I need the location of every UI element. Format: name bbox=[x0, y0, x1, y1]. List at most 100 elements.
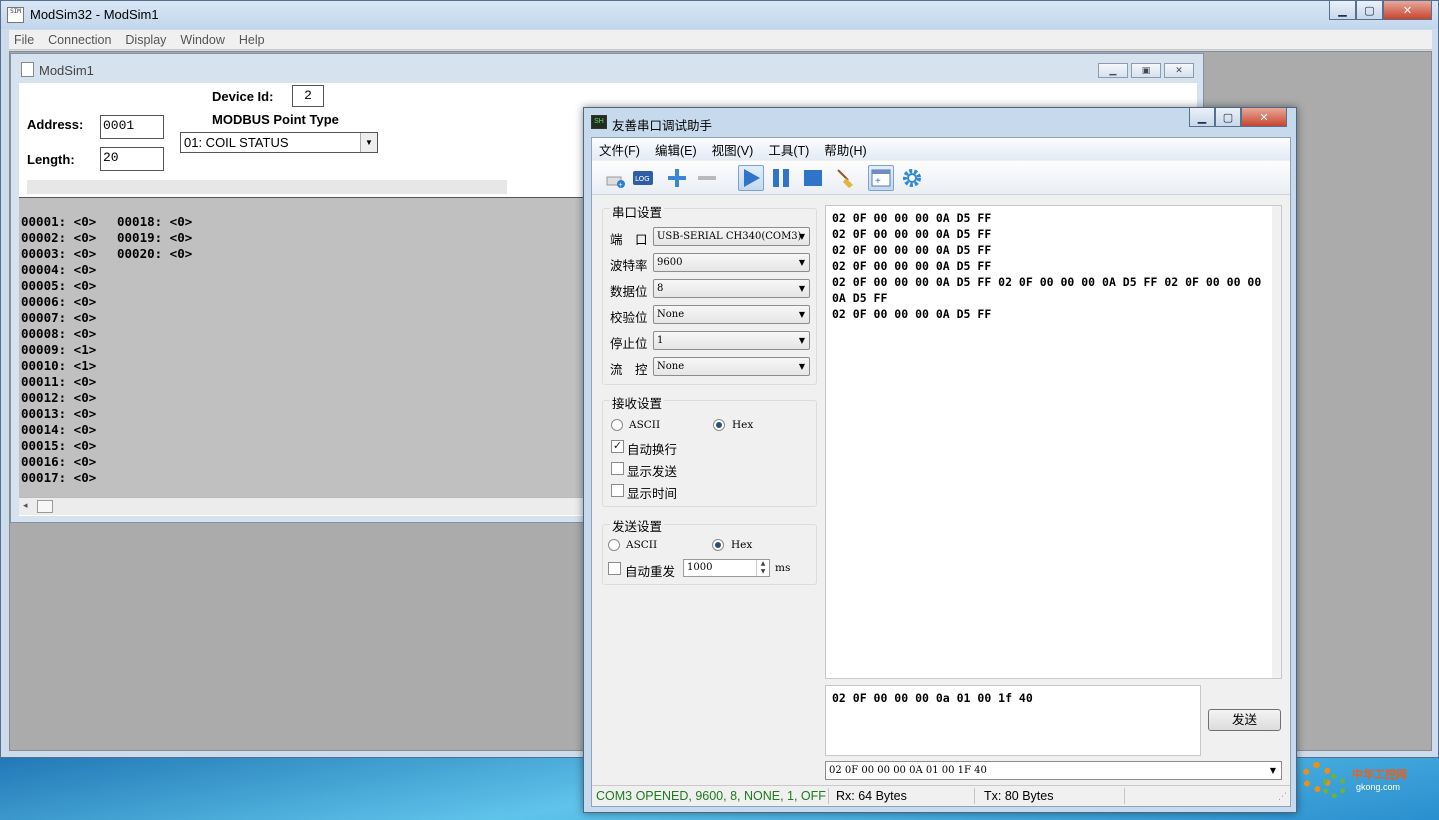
serial-maximize-button[interactable]: ▢ bbox=[1215, 108, 1241, 127]
add-window-icon: + bbox=[871, 169, 891, 187]
menu-file-cn[interactable]: 文件(F) bbox=[599, 140, 640, 159]
close-button[interactable]: ✕ bbox=[1383, 1, 1432, 20]
stop-icon bbox=[804, 170, 822, 186]
databits-label: 数据位 bbox=[610, 285, 648, 299]
serial-minimize-button[interactable]: ▁ bbox=[1189, 108, 1215, 127]
menu-edit-cn[interactable]: 编辑(E) bbox=[655, 140, 697, 159]
pause-button[interactable] bbox=[768, 165, 794, 191]
main-title-bar[interactable]: SIM ModSim32 - ModSim1 ▁ ▢ ✕ bbox=[1, 1, 1438, 29]
scroll-left-icon[interactable]: ◂ bbox=[23, 500, 28, 511]
coil-value[interactable]: 00017: <0> bbox=[21, 470, 96, 486]
send-ascii-radio[interactable] bbox=[608, 539, 620, 551]
menu-display[interactable]: Display bbox=[125, 33, 166, 47]
coil-value[interactable]: 00014: <0> bbox=[21, 422, 96, 438]
broom-icon bbox=[837, 169, 853, 188]
point-type-dropdown[interactable]: 01: COIL STATUS ▼ bbox=[180, 132, 378, 153]
stopbits-select[interactable]: 1 ▼ bbox=[653, 331, 810, 350]
coil-column-1: 00001: <0> 00002: <0> 00003: <0> 00004: <0>… bbox=[21, 214, 96, 486]
address-field[interactable]: 0001 bbox=[100, 115, 164, 139]
coil-value[interactable]: 00003: <0> bbox=[21, 246, 96, 262]
receive-scrollbar[interactable] bbox=[1272, 206, 1281, 678]
coil-value[interactable]: 00015: <0> bbox=[21, 438, 96, 454]
baud-select[interactable]: 9600 ▼ bbox=[653, 253, 810, 272]
new-connection-button[interactable]: + bbox=[602, 165, 628, 191]
send-history-value: 02 0F 00 00 00 0A 01 00 1F 40 bbox=[829, 765, 987, 776]
menu-file[interactable]: File bbox=[14, 33, 34, 47]
resend-interval-value: 1000 bbox=[687, 562, 713, 573]
coil-value[interactable]: 00007: <0> bbox=[21, 310, 96, 326]
coil-value[interactable]: 00002: <0> bbox=[21, 230, 96, 246]
auto-wrap-checkbox[interactable]: ✓ bbox=[611, 440, 624, 453]
minimize-button[interactable]: ▁ bbox=[1329, 1, 1356, 20]
address-label: Address: bbox=[27, 117, 84, 132]
clear-button[interactable] bbox=[832, 165, 858, 191]
menu-window[interactable]: Window bbox=[180, 33, 224, 47]
port-select[interactable]: USB-SERIAL CH340(COM3) ▼ bbox=[653, 227, 810, 246]
child-minimize-button[interactable]: ▁ bbox=[1098, 63, 1128, 78]
resize-grip-icon[interactable]: ⋰ bbox=[1278, 786, 1287, 806]
coil-value[interactable]: 00016: <0> bbox=[21, 454, 96, 470]
coil-value[interactable]: 00004: <0> bbox=[21, 262, 96, 278]
scroll-thumb[interactable] bbox=[37, 500, 53, 513]
add-button[interactable] bbox=[664, 165, 690, 191]
settings-button[interactable] bbox=[899, 165, 925, 191]
auto-resend-checkbox[interactable] bbox=[608, 562, 621, 575]
coil-column-2: 00018: <0> 00019: <0> 00020: <0> bbox=[117, 214, 192, 262]
port-value: USB-SERIAL CH340(COM3) bbox=[657, 231, 802, 242]
start-button[interactable] bbox=[738, 165, 764, 191]
length-label: Length: bbox=[27, 152, 75, 167]
coil-value[interactable]: 00006: <0> bbox=[21, 294, 96, 310]
menu-help[interactable]: Help bbox=[239, 33, 265, 47]
coil-value[interactable]: 00010: <1> bbox=[21, 358, 96, 374]
stopbits-value: 1 bbox=[657, 335, 664, 346]
send-hex-label: Hex bbox=[731, 539, 753, 551]
child-restore-button[interactable]: ▣ bbox=[1131, 63, 1161, 78]
send-input[interactable]: 02 0F 00 00 00 0a 01 00 1f 40 bbox=[825, 685, 1201, 756]
send-button[interactable]: 发送 bbox=[1208, 709, 1281, 731]
parity-select[interactable]: None ▼ bbox=[653, 305, 810, 324]
recv-ascii-radio[interactable] bbox=[611, 419, 623, 431]
coil-value[interactable]: 00020: <0> bbox=[117, 246, 192, 262]
resend-interval-spinner[interactable]: 1000 ▲ ▼ bbox=[683, 559, 770, 577]
child-title-bar[interactable]: ModSim1 ▁ ▣ ✕ bbox=[11, 54, 1203, 82]
dropdown-arrow-icon: ▼ bbox=[360, 133, 377, 152]
coil-value[interactable]: 00001: <0> bbox=[21, 214, 96, 230]
menu-view-cn[interactable]: 视图(V) bbox=[712, 140, 754, 159]
show-time-checkbox[interactable] bbox=[611, 484, 624, 497]
coil-value[interactable]: 00018: <0> bbox=[117, 214, 192, 230]
coil-value[interactable]: 00005: <0> bbox=[21, 278, 96, 294]
receive-display[interactable]: 02 0F 00 00 00 0A D5 FF 02 0F 00 00 00 0… bbox=[825, 205, 1282, 679]
menu-tools-cn[interactable]: 工具(T) bbox=[768, 140, 809, 159]
window-button[interactable]: + bbox=[868, 165, 894, 191]
recv-line: 02 0F 00 00 00 0A D5 FF bbox=[832, 227, 992, 241]
menu-connection[interactable]: Connection bbox=[48, 33, 111, 47]
recv-line: 02 0F 00 00 00 0A D5 FF bbox=[832, 243, 992, 257]
spinner-arrows-icon[interactable]: ▲ ▼ bbox=[756, 560, 769, 576]
coil-value[interactable]: 00009: <1> bbox=[21, 342, 96, 358]
remove-button[interactable] bbox=[694, 165, 720, 191]
dropdown-arrow-icon: ▼ bbox=[1269, 766, 1276, 775]
show-send-checkbox[interactable] bbox=[611, 462, 624, 475]
coil-value[interactable]: 00013: <0> bbox=[21, 406, 96, 422]
coil-value[interactable]: 00012: <0> bbox=[21, 390, 96, 406]
maximize-icon: ▢ bbox=[1364, 4, 1375, 17]
databits-select[interactable]: 8 ▼ bbox=[653, 279, 810, 298]
coil-value[interactable]: 00008: <0> bbox=[21, 326, 96, 342]
gear-icon bbox=[903, 169, 921, 187]
stop-button[interactable] bbox=[800, 165, 826, 191]
log-button[interactable]: LOG bbox=[630, 165, 656, 191]
serial-close-button[interactable]: ✕ bbox=[1241, 108, 1287, 127]
menu-help-cn[interactable]: 帮助(H) bbox=[824, 140, 866, 159]
child-close-button[interactable]: ✕ bbox=[1164, 63, 1194, 78]
send-history-dropdown[interactable]: 02 0F 00 00 00 0A 01 00 1F 40 ▼ bbox=[825, 761, 1282, 780]
serial-title-bar[interactable]: SH 友善串口调试助手 ▁ ▢ ✕ bbox=[584, 108, 1296, 136]
coil-value[interactable]: 00011: <0> bbox=[21, 374, 96, 390]
coil-value[interactable]: 00019: <0> bbox=[117, 230, 192, 246]
length-field[interactable]: 20 bbox=[100, 147, 164, 171]
send-hex-radio[interactable] bbox=[712, 539, 724, 551]
maximize-button[interactable]: ▢ bbox=[1356, 1, 1383, 20]
flow-select[interactable]: None ▼ bbox=[653, 357, 810, 376]
device-id-field[interactable]: 2 bbox=[292, 85, 324, 107]
dropdown-arrow-icon: ▼ bbox=[798, 362, 805, 371]
recv-hex-radio[interactable] bbox=[713, 419, 725, 431]
